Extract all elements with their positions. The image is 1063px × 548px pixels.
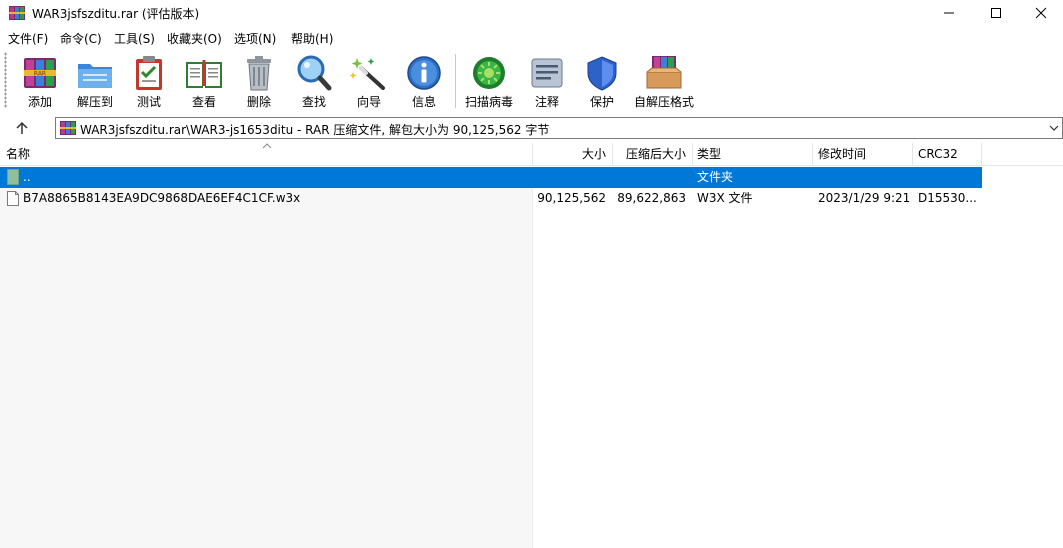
test-button[interactable]: 测试 <box>129 52 169 110</box>
wizard-wand-icon <box>349 58 385 90</box>
name-column-area <box>0 167 532 548</box>
row-name: .. <box>23 170 31 184</box>
menu-commands[interactable]: 命令(C) <box>60 30 102 47</box>
column-modified-label: 修改时间 <box>818 147 867 161</box>
find-button[interactable]: 查找 <box>294 52 334 110</box>
arrow-up-icon <box>16 121 28 134</box>
extract-to-label: 解压到 <box>76 95 113 109</box>
column-header-modified[interactable]: 修改时间 <box>813 143 913 166</box>
toolbar: RAR 添加 解压到 测试 查看 删除 查找 向导 信息 扫描病毒 注释 保护 … <box>0 48 1063 114</box>
row-type: W3X 文件 <box>697 191 753 205</box>
menu-options[interactable]: 选项(N) <box>234 30 276 47</box>
info-label: 信息 <box>411 95 436 109</box>
delete-trash-icon <box>247 56 271 91</box>
find-label: 查找 <box>301 95 326 109</box>
row-size: 90,125,562 <box>537 191 606 205</box>
menu-bar: 文件(F) 命令(C) 工具(S) 收藏夹(O) 选项(N) 帮助(H) <box>0 28 1063 48</box>
comment-button[interactable]: 注释 <box>527 52 567 110</box>
winrar-archive-icon <box>60 121 76 135</box>
column-size-label: 大小 <box>581 147 606 161</box>
column-crc-label: CRC32 <box>918 147 958 161</box>
close-button[interactable] <box>1018 0 1063 26</box>
info-button[interactable]: 信息 <box>404 52 444 110</box>
add-button[interactable]: RAR 添加 <box>18 52 62 110</box>
parent-folder-icon <box>7 169 19 185</box>
toolbar-grip[interactable] <box>4 52 7 108</box>
comment-icon <box>531 58 563 88</box>
menu-help[interactable]: 帮助(H) <box>291 30 333 47</box>
column-packed-label: 压缩后大小 <box>625 147 686 161</box>
list-row-parent[interactable]: .. 文件夹 <box>0 167 982 188</box>
row-modified: 2023/1/29 9:21 <box>818 191 910 205</box>
column-header-type[interactable]: 类型 <box>693 143 813 166</box>
svg-text:RAR: RAR <box>34 71 46 78</box>
column-header-crc[interactable]: CRC32 <box>913 143 982 166</box>
column-name-label: 名称 <box>6 147 31 161</box>
view-button[interactable]: 查看 <box>182 52 226 110</box>
title-bar: WAR3jsfszditu.rar (评估版本) <box>0 0 1063 26</box>
path-field[interactable]: WAR3jsfszditu.rar\WAR3-js1653ditu - RAR … <box>55 117 1063 139</box>
toolbar-separator <box>455 54 456 108</box>
add-label: 添加 <box>27 95 52 109</box>
row-modified <box>818 167 910 188</box>
minimize-button[interactable] <box>926 0 972 26</box>
extract-to-button[interactable]: 解压到 <box>72 52 118 110</box>
maximize-icon <box>991 8 1001 18</box>
column-type-label: 类型 <box>697 147 722 161</box>
sfx-box-icon <box>646 56 682 89</box>
column-header-size[interactable]: 大小 <box>533 143 613 166</box>
row-crc: D15530... <box>918 191 977 205</box>
row-packed: 89,622,863 <box>617 191 686 205</box>
close-icon <box>1035 7 1047 19</box>
path-text: WAR3jsfszditu.rar\WAR3-js1653ditu - RAR … <box>80 123 550 137</box>
test-label: 测试 <box>136 95 161 109</box>
wizard-label: 向导 <box>356 95 381 109</box>
sfx-label: 自解压格式 <box>633 95 694 109</box>
column-header-packed[interactable]: 压缩后大小 <box>613 143 693 166</box>
address-bar: WAR3jsfszditu.rar\WAR3-js1653ditu - RAR … <box>0 114 1063 142</box>
wizard-button[interactable]: 向导 <box>349 52 389 110</box>
info-icon <box>407 56 441 90</box>
chevron-down-icon[interactable] <box>1048 121 1060 135</box>
row-type: 文件夹 <box>697 170 734 184</box>
file-list-header: 名称 大小 压缩后大小 类型 修改时间 CRC32 <box>0 143 1063 166</box>
comment-label: 注释 <box>534 95 559 109</box>
column-divider <box>532 167 533 548</box>
extract-to-icon <box>78 64 112 88</box>
protect-shield-icon <box>587 56 617 91</box>
menu-tools[interactable]: 工具(S) <box>114 30 155 47</box>
row-size <box>533 167 606 188</box>
column-header-name[interactable]: 名称 <box>0 143 533 166</box>
protect-label: 保护 <box>589 95 614 109</box>
scan-virus-button[interactable]: 扫描病毒 <box>462 52 516 110</box>
menu-file[interactable]: 文件(F) <box>8 30 48 47</box>
up-folder-button[interactable] <box>12 119 32 137</box>
view-book-icon <box>186 60 222 88</box>
find-magnifier-icon <box>297 55 332 91</box>
add-archive-icon: RAR <box>24 58 56 88</box>
maximize-button[interactable] <box>973 0 1019 26</box>
row-crc <box>918 167 980 188</box>
delete-button[interactable]: 删除 <box>239 52 279 110</box>
row-name: B7A8865B8143EA9DC9868DAE6EF4C1CF.w3x <box>23 191 301 205</box>
window-title: WAR3jsfszditu.rar (评估版本) <box>32 7 200 21</box>
delete-label: 删除 <box>246 95 271 109</box>
protect-button[interactable]: 保护 <box>582 52 622 110</box>
view-label: 查看 <box>191 95 216 109</box>
row-packed <box>613 167 686 188</box>
scan-virus-label: 扫描病毒 <box>464 95 513 109</box>
minimize-icon <box>944 12 954 14</box>
list-row-file[interactable]: B7A8865B8143EA9DC9868DAE6EF4C1CF.w3x 90,… <box>0 188 982 209</box>
winrar-archive-icon <box>9 6 25 20</box>
menu-favorites[interactable]: 收藏夹(O) <box>167 30 222 47</box>
test-clipboard-icon <box>136 56 162 90</box>
sfx-button[interactable]: 自解压格式 <box>632 52 696 110</box>
scan-virus-icon <box>473 57 505 89</box>
file-icon <box>7 191 19 206</box>
